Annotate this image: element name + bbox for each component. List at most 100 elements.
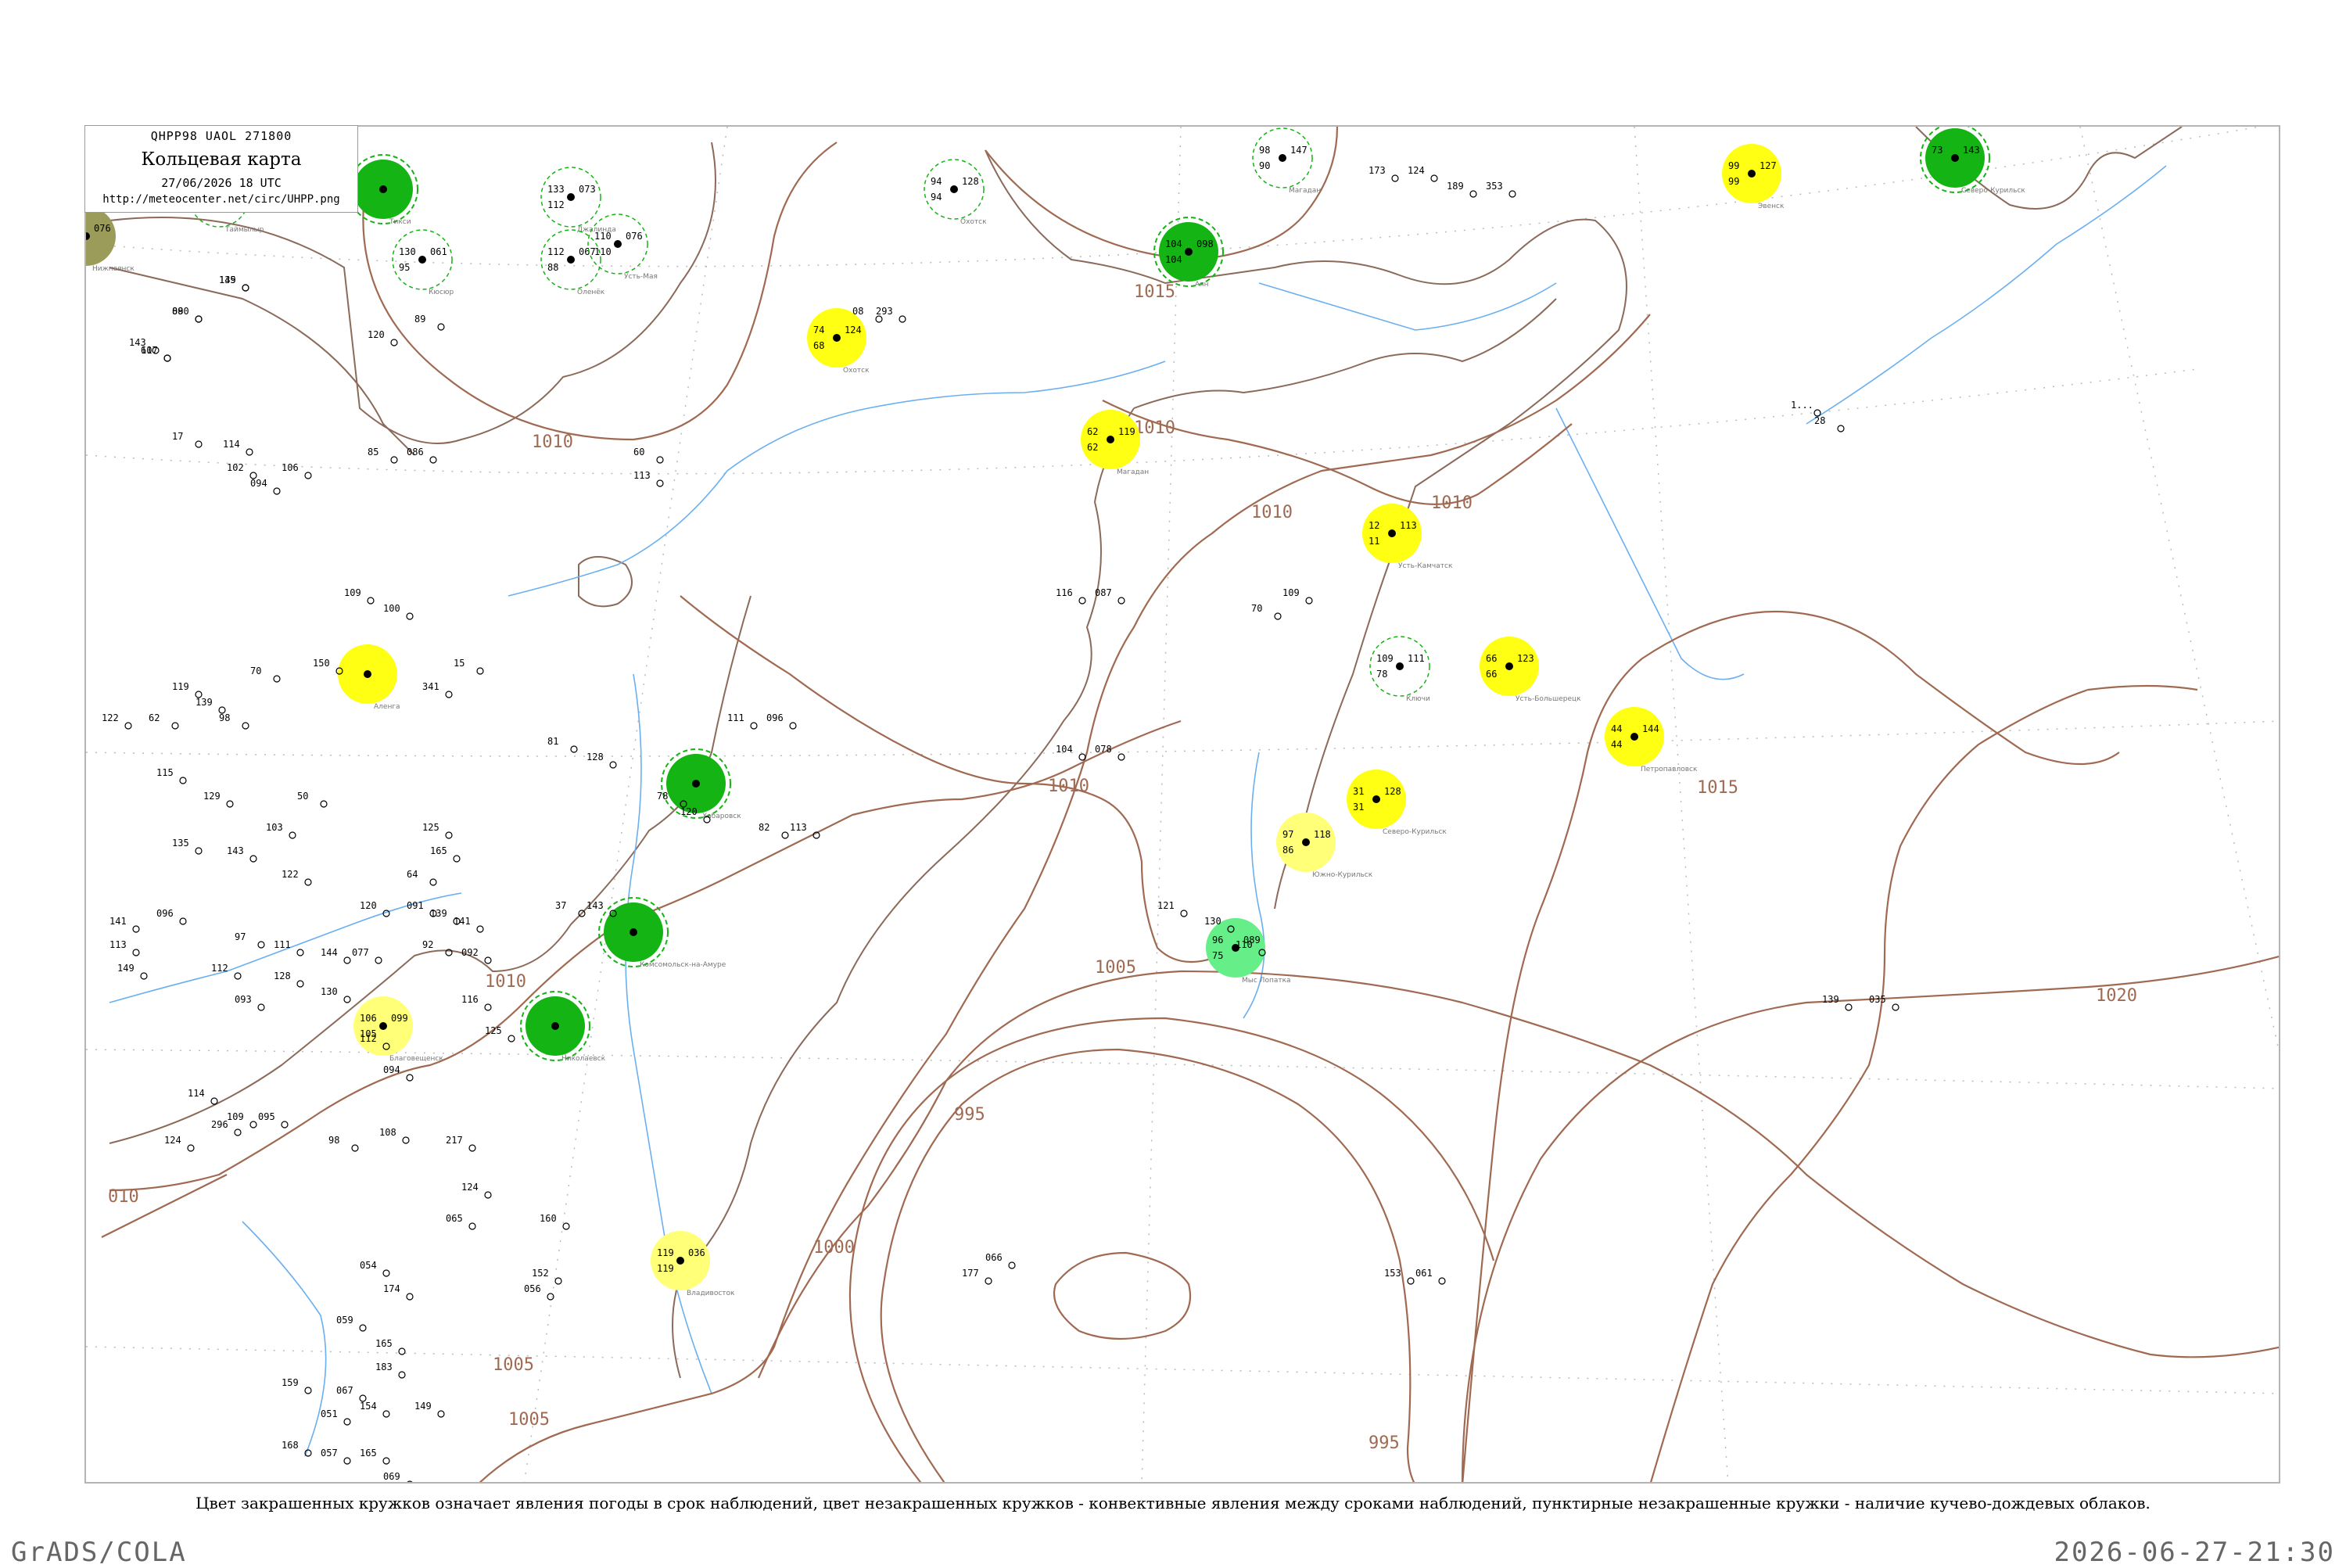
station-marker[interactable] bbox=[1008, 1261, 1016, 1269]
station-marker[interactable] bbox=[437, 1410, 445, 1418]
station-marker[interactable] bbox=[554, 1277, 562, 1285]
station-dot[interactable] bbox=[950, 185, 958, 193]
station-dot[interactable] bbox=[379, 1022, 387, 1030]
station-marker[interactable] bbox=[437, 323, 445, 331]
station-dot[interactable] bbox=[567, 256, 575, 264]
station-marker[interactable] bbox=[390, 339, 398, 346]
station-marker[interactable] bbox=[249, 1121, 257, 1128]
station-marker[interactable] bbox=[132, 949, 140, 956]
station-marker[interactable] bbox=[281, 1121, 289, 1128]
station-dot[interactable] bbox=[1630, 733, 1638, 741]
station-marker[interactable] bbox=[257, 941, 265, 949]
station-dot[interactable] bbox=[630, 928, 637, 936]
station-dot[interactable] bbox=[692, 780, 700, 788]
station-marker[interactable] bbox=[1837, 425, 1845, 432]
station-marker[interactable] bbox=[406, 1074, 414, 1082]
station-dot[interactable] bbox=[1951, 154, 1959, 162]
station-dot[interactable] bbox=[551, 1022, 559, 1030]
station-marker[interactable] bbox=[1117, 753, 1125, 761]
station-marker[interactable] bbox=[195, 440, 203, 448]
station-marker[interactable] bbox=[453, 855, 461, 863]
station-marker[interactable] bbox=[398, 1347, 406, 1355]
station-marker[interactable] bbox=[656, 479, 664, 487]
station-marker[interactable] bbox=[257, 1003, 265, 1011]
station-marker[interactable] bbox=[562, 1222, 570, 1230]
station-marker[interactable] bbox=[789, 722, 797, 730]
station-marker[interactable] bbox=[163, 354, 171, 362]
station-marker[interactable] bbox=[296, 949, 304, 956]
station-marker[interactable] bbox=[242, 722, 249, 730]
station-marker[interactable] bbox=[234, 972, 242, 980]
station-marker[interactable] bbox=[445, 691, 453, 698]
station-dot[interactable] bbox=[1388, 529, 1396, 537]
station-marker[interactable] bbox=[375, 956, 382, 964]
station-marker[interactable] bbox=[1469, 190, 1477, 198]
station-marker[interactable] bbox=[407, 1480, 413, 1484]
station-marker[interactable] bbox=[195, 847, 203, 855]
station-marker[interactable] bbox=[1180, 910, 1188, 917]
station-dot[interactable] bbox=[833, 334, 841, 342]
station-marker[interactable] bbox=[234, 1128, 242, 1136]
station-marker[interactable] bbox=[429, 878, 437, 886]
station-marker[interactable] bbox=[320, 800, 328, 808]
station-marker[interactable] bbox=[273, 487, 281, 495]
station-marker[interactable] bbox=[875, 315, 883, 323]
station-marker[interactable] bbox=[179, 777, 187, 784]
station-dot[interactable] bbox=[1505, 662, 1513, 670]
station-dot[interactable] bbox=[379, 185, 387, 193]
station-marker[interactable] bbox=[140, 972, 148, 980]
station-dot[interactable] bbox=[614, 240, 622, 248]
station-marker[interactable] bbox=[367, 597, 375, 605]
station-marker[interactable] bbox=[1274, 612, 1282, 620]
station-marker[interactable] bbox=[187, 1144, 195, 1152]
station-marker[interactable] bbox=[304, 472, 312, 479]
station-marker[interactable] bbox=[246, 448, 253, 456]
station-marker[interactable] bbox=[1438, 1277, 1446, 1285]
station-marker[interactable] bbox=[1391, 174, 1399, 182]
station-marker[interactable] bbox=[406, 1293, 414, 1301]
station-marker[interactable] bbox=[476, 667, 484, 675]
station-dot[interactable] bbox=[1279, 154, 1286, 162]
station-marker[interactable] bbox=[750, 722, 758, 730]
station-marker[interactable] bbox=[398, 1371, 406, 1379]
station-marker[interactable] bbox=[359, 1324, 367, 1332]
station-marker[interactable] bbox=[609, 761, 617, 769]
station-marker[interactable] bbox=[468, 1144, 476, 1152]
station-dot[interactable] bbox=[1396, 662, 1404, 670]
station-marker[interactable] bbox=[468, 1222, 476, 1230]
station-marker[interactable] bbox=[124, 722, 132, 730]
station-marker[interactable] bbox=[1117, 597, 1125, 605]
station-marker[interactable] bbox=[781, 831, 789, 839]
station-marker[interactable] bbox=[1508, 190, 1516, 198]
station-marker[interactable] bbox=[656, 456, 664, 464]
station-marker[interactable] bbox=[429, 456, 437, 464]
station-marker[interactable] bbox=[226, 800, 234, 808]
station-dot[interactable] bbox=[676, 1257, 684, 1265]
station-marker[interactable] bbox=[304, 878, 312, 886]
station-marker[interactable] bbox=[406, 612, 414, 620]
station-marker[interactable] bbox=[171, 722, 179, 730]
station-marker[interactable] bbox=[249, 855, 257, 863]
station-marker[interactable] bbox=[296, 980, 304, 988]
station-marker[interactable] bbox=[1407, 1277, 1415, 1285]
station-dot[interactable] bbox=[418, 256, 426, 264]
station-marker[interactable] bbox=[1078, 597, 1086, 605]
station-marker[interactable] bbox=[484, 956, 492, 964]
station-marker[interactable] bbox=[289, 831, 296, 839]
station-marker[interactable] bbox=[273, 675, 281, 683]
station-marker[interactable] bbox=[1430, 174, 1438, 182]
station-marker[interactable] bbox=[382, 1269, 390, 1277]
station-marker[interactable] bbox=[570, 745, 578, 753]
station-marker[interactable] bbox=[132, 925, 140, 933]
station-marker[interactable] bbox=[343, 996, 351, 1003]
station-marker[interactable] bbox=[484, 1191, 492, 1199]
station-marker[interactable] bbox=[343, 1418, 351, 1426]
station-marker[interactable] bbox=[179, 917, 187, 925]
station-marker[interactable] bbox=[899, 315, 906, 323]
station-marker[interactable] bbox=[390, 456, 398, 464]
station-marker[interactable] bbox=[382, 1410, 390, 1418]
map-url[interactable]: http://meteocenter.net/circ/UHPP.png bbox=[85, 193, 357, 206]
station-marker[interactable] bbox=[1892, 1003, 1899, 1011]
station-marker[interactable] bbox=[985, 1277, 992, 1285]
station-marker[interactable] bbox=[304, 1387, 312, 1394]
